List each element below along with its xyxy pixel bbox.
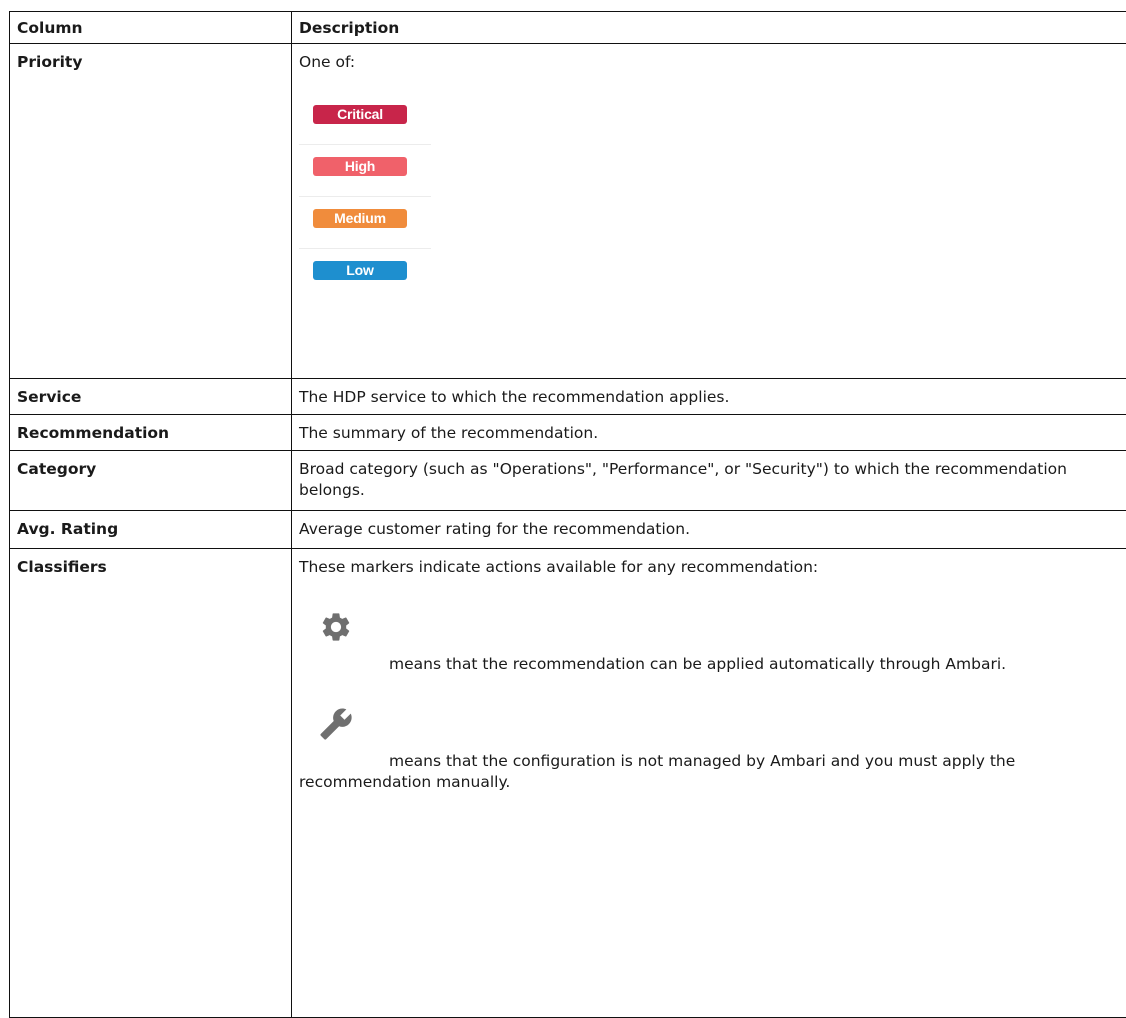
row-label-priority: Priority <box>10 44 292 379</box>
priority-intro: One of: <box>299 52 1126 73</box>
row-description-category: Broad category (such as "Operations", "P… <box>292 451 1126 511</box>
table-row: Service The HDP service to which the rec… <box>10 379 1126 415</box>
row-description-classifiers: These markers indicate actions available… <box>292 549 1126 1018</box>
column-description-table: Column Description Priority One of: Crit… <box>9 11 1126 1018</box>
classifier-text-manual: means that the configuration is not mana… <box>299 751 1126 793</box>
gear-icon <box>319 610 353 644</box>
row-description-avg-rating: Average customer rating for the recommen… <box>292 511 1126 549</box>
row-description-recommendation: The summary of the recommendation. <box>292 415 1126 451</box>
table-row: Avg. Rating Average customer rating for … <box>10 511 1126 549</box>
priority-badge-critical: Critical <box>313 105 407 124</box>
table-row: Category Broad category (such as "Operat… <box>10 451 1126 511</box>
priority-badge-medium: Medium <box>313 209 407 228</box>
classifier-marker-auto: means that the recommendation can be app… <box>299 610 1126 675</box>
priority-badge-list: Critical High Medium Low <box>299 93 431 300</box>
classifier-manual-description: means that the configuration is not mana… <box>299 752 1015 791</box>
wrench-icon <box>319 707 353 741</box>
table-row: Priority One of: Critical High Medium Lo… <box>10 44 1126 379</box>
row-label-recommendation: Recommendation <box>10 415 292 451</box>
classifier-marker-manual: means that the configuration is not mana… <box>299 707 1126 793</box>
header-column: Column <box>10 12 292 44</box>
row-label-service: Service <box>10 379 292 415</box>
table-header-row: Column Description <box>10 12 1126 44</box>
classifiers-intro: These markers indicate actions available… <box>299 557 1126 578</box>
row-label-category: Category <box>10 451 292 511</box>
row-label-classifiers: Classifiers <box>10 549 292 1018</box>
table-row: Recommendation The summary of the recomm… <box>10 415 1126 451</box>
priority-badge-high: High <box>313 157 407 176</box>
priority-badge-row: Medium <box>299 197 431 249</box>
priority-badge-row: Low <box>299 249 431 300</box>
header-description: Description <box>292 12 1126 44</box>
row-label-avg-rating: Avg. Rating <box>10 511 292 549</box>
classifier-auto-description: means that the recommendation can be app… <box>389 655 1006 673</box>
priority-badge-row: Critical <box>299 93 431 145</box>
row-description-priority: One of: Critical High Medium Low <box>292 44 1126 379</box>
row-description-service: The HDP service to which the recommendat… <box>292 379 1126 415</box>
table-row: Classifiers These markers indicate actio… <box>10 549 1126 1018</box>
priority-badge-low: Low <box>313 261 407 280</box>
classifier-text-auto: means that the recommendation can be app… <box>299 654 1126 675</box>
priority-badge-row: High <box>299 145 431 197</box>
